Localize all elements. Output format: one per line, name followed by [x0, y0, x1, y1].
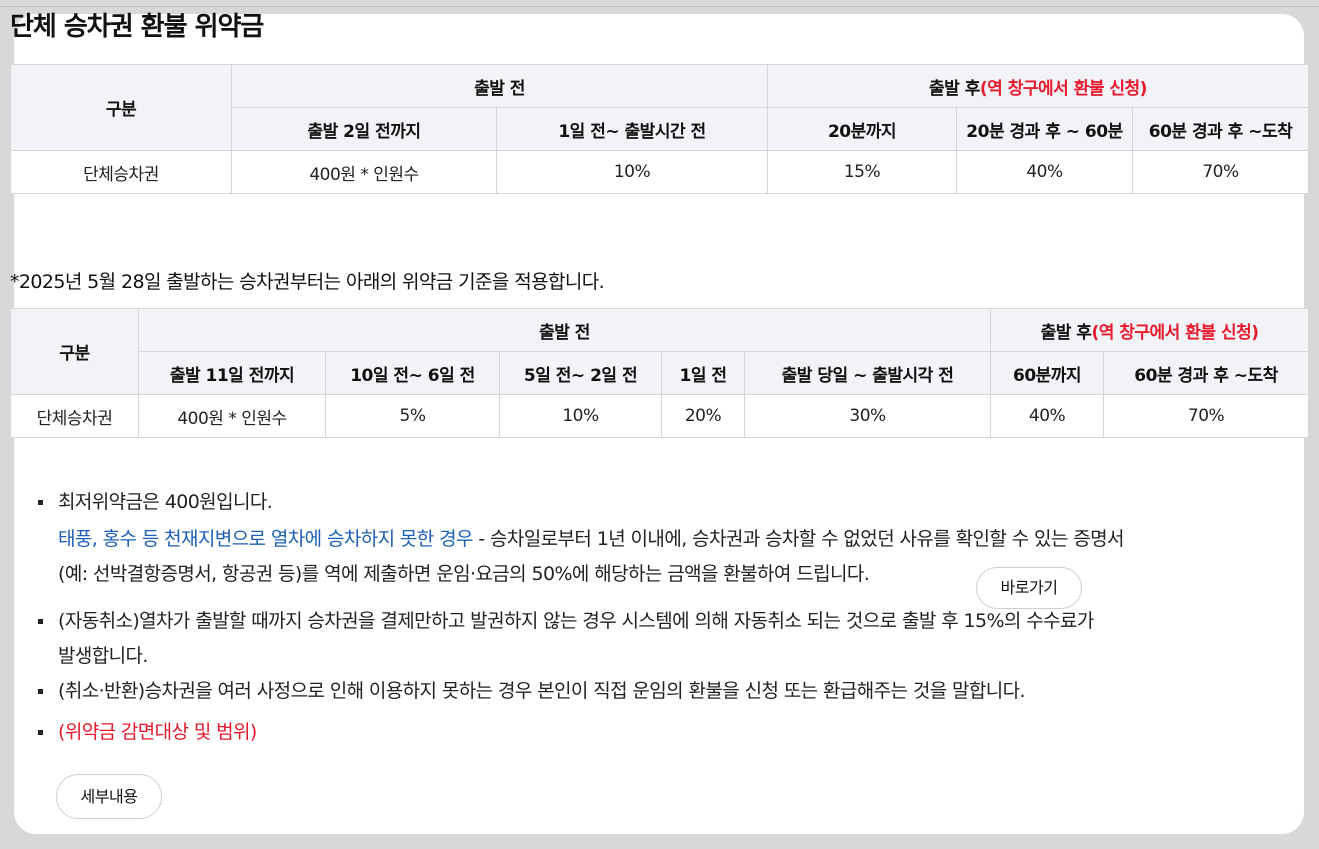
refund-fee-table-current: 구분 출발 전 출발 후(역 창구에서 환불 신청) 출발 2일 전까지 1일 … [10, 64, 1309, 194]
sub-header: 출발 2일 전까지 [231, 107, 497, 151]
row-label: 단체승차권 [10, 150, 232, 194]
sub-header: 60분까지 [990, 351, 1105, 395]
before-departure-header: 출발 전 [231, 64, 768, 108]
category-header: 구분 [10, 64, 232, 151]
sub-header: 출발 당일 ~ 출발시각 전 [743, 351, 992, 395]
before-departure-header: 출발 전 [137, 308, 992, 352]
table-row: 단체승차권 400원 * 인원수 5% 10% 20% 30% 40% 70% [10, 394, 1310, 438]
table-cell: 10% [499, 394, 662, 438]
table-cell: 400원 * 인원수 [231, 150, 497, 194]
policy-bullet-list: 최저위약금은 400원입니다. 태풍, 홍수 등 천재지변으로 열차에 승차하지… [36, 485, 1276, 750]
auto-cancel-line1: (자동취소)열차가 출발할 때까지 승차권을 결제만하고 발권하지 않는 경우 … [58, 610, 1094, 632]
after-departure-note: (역 창구에서 환불 신청) [1091, 322, 1259, 343]
list-item-disaster: 태풍, 홍수 등 천재지변으로 열차에 승차하지 못한 경우 - 승차일로부터 … [36, 522, 1276, 592]
refund-definition-text: (취소·반환)승차권을 여러 사정으로 인해 이용하지 못하는 경우 본인이 직… [58, 680, 1026, 702]
table-cell: 40% [956, 150, 1133, 194]
list-item-reduction: (위약금 감면대상 및 범위) [36, 715, 1276, 750]
list-item-min-fee: 최저위약금은 400원입니다. [36, 485, 1276, 520]
policy-change-notice: *2025년 5월 28일 출발하는 승차권부터는 아래의 위약금 기준을 적용… [10, 271, 605, 293]
sub-header: 출발 11일 전까지 [138, 351, 326, 395]
auto-cancel-line2: 발생합니다. [58, 645, 148, 667]
sub-header: 20분까지 [767, 107, 957, 151]
row-label: 단체승차권 [10, 394, 139, 438]
sub-header: 5일 전~ 2일 전 [499, 351, 662, 395]
table-cell: 30% [743, 394, 992, 438]
table-cell: 5% [325, 394, 500, 438]
sub-header: 1일 전~ 출발시간 전 [496, 107, 768, 151]
page-title: 단체 승차권 환불 위약금 [10, 12, 264, 42]
table-cell: 70% [1132, 150, 1309, 194]
min-fee-text: 최저위약금은 400원입니다. [58, 491, 273, 513]
sub-header: 20분 경과 후 ~ 60분 [956, 107, 1133, 151]
sub-header: 60분 경과 후 ~도착 [1103, 351, 1310, 395]
after-departure-label: 출발 후 [929, 78, 980, 99]
fee-reduction-link[interactable]: (위약금 감면대상 및 범위) [58, 721, 257, 743]
disaster-desc-line1: - 승차일로부터 1년 이내에, 승차권과 승차할 수 없었던 사유를 확인할 … [472, 528, 1124, 550]
sub-header: 60분 경과 후 ~도착 [1132, 107, 1309, 151]
table-cell: 70% [1103, 394, 1310, 438]
disaster-link-text: 태풍, 홍수 등 천재지변으로 열차에 승차하지 못한 경우 [58, 528, 473, 550]
table-cell: 400원 * 인원수 [138, 394, 326, 438]
table-row: 단체승차권 400원 * 인원수 10% 15% 40% 70% [10, 150, 1309, 194]
after-departure-label: 출발 후 [1040, 322, 1092, 343]
after-departure-header: 출발 후(역 창구에서 환불 신청) [990, 308, 1310, 352]
table-cell: 10% [496, 150, 768, 194]
after-departure-header: 출발 후(역 창구에서 환불 신청) [767, 64, 1309, 108]
sub-header: 10일 전~ 6일 전 [325, 351, 500, 395]
table-cell: 20% [661, 394, 745, 438]
category-header: 구분 [10, 308, 139, 395]
sub-header: 1일 전 [661, 351, 745, 395]
table-cell: 40% [990, 394, 1105, 438]
list-item-refund: (취소·반환)승차권을 여러 사정으로 인해 이용하지 못하는 경우 본인이 직… [36, 674, 1276, 709]
list-item-auto-cancel: (자동취소)열차가 출발할 때까지 승차권을 결제만하고 발권하지 않는 경우 … [36, 604, 1276, 674]
refund-fee-table-new: 구분 출발 전 출발 후(역 창구에서 환불 신청) 출발 11일 전까지 10… [10, 308, 1310, 438]
table-cell: 15% [767, 150, 957, 194]
details-button[interactable]: 세부내용 [56, 774, 162, 819]
after-departure-note: (역 창구에서 환불 신청) [979, 78, 1148, 99]
disaster-desc-line2: (예: 선박결항증명서, 항공권 등)를 역에 제출하면 운임·요금의 50%에… [58, 563, 870, 585]
goto-button[interactable]: 바로가기 [976, 567, 1082, 609]
